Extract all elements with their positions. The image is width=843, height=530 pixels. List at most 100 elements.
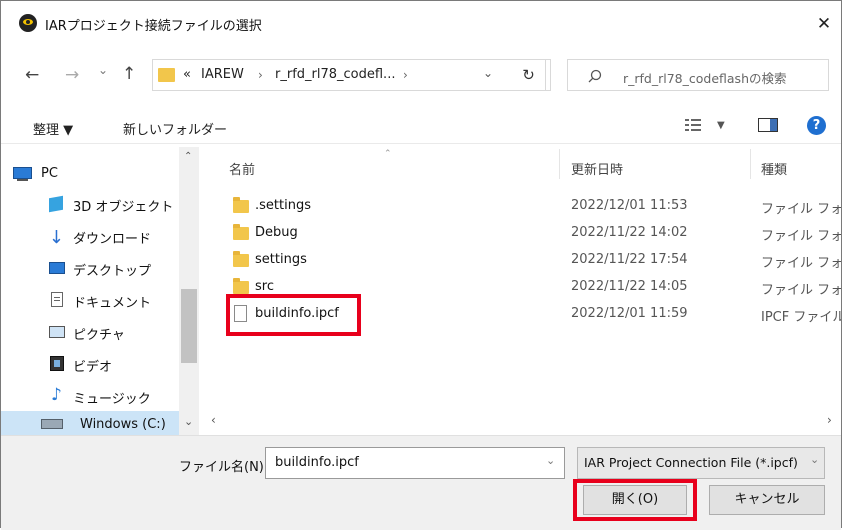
file-type-filter[interactable]: IAR Project Connection File (*.ipcf) ⌄	[577, 447, 825, 479]
breadcrumb-item[interactable]: r_rfd_rl78_codefl...	[275, 67, 395, 82]
sort-indicator-icon: ⌃	[384, 149, 392, 159]
file-type: ファイル フォルダー	[761, 256, 841, 271]
file-type: ファイル フォルダー	[761, 229, 841, 244]
sidebar-item-label: デスクトップ	[73, 264, 152, 279]
folder-icon	[233, 197, 249, 213]
file-name: .settings	[255, 198, 311, 213]
command-bar: 整理 ▼ 新しいフォルダー ▼ ?	[1, 103, 841, 144]
breadcrumb-overflow[interactable]: «	[183, 67, 191, 82]
file-type: ファイル フォルダー	[761, 202, 841, 217]
file-name: settings	[255, 252, 307, 267]
scroll-left-icon[interactable]: ‹	[211, 413, 216, 427]
file-date: 2022/11/22 14:05	[571, 279, 688, 294]
search-input[interactable]: r_rfd_rl78_codeflashの検索	[567, 59, 829, 91]
window-title: IARプロジェクト接続ファイルの選択	[45, 19, 262, 34]
sidebar-item-label: Windows (C:)	[80, 417, 166, 432]
highlight-box	[573, 479, 697, 521]
refresh-icon[interactable]: ↻	[507, 59, 551, 91]
file-type-filter-value: IAR Project Connection File (*.ipcf)	[584, 455, 798, 470]
chevron-right-icon[interactable]: ›	[258, 68, 263, 82]
help-icon[interactable]: ?	[807, 116, 826, 135]
highlight-box	[226, 294, 361, 336]
file-type: ファイル フォルダー	[761, 283, 841, 298]
scroll-down-icon[interactable]: ⌄	[184, 415, 193, 428]
scroll-right-icon[interactable]: ›	[827, 413, 832, 427]
sidebar-item-windows-c[interactable]: Windows (C:)	[1, 411, 179, 437]
file-date: 2022/12/01 11:59	[571, 306, 688, 321]
table-row[interactable]: .settings 2022/12/01 11:53 ファイル フォルダー	[209, 193, 841, 219]
folder-icon	[158, 68, 175, 82]
file-date: 2022/11/22 14:02	[571, 225, 688, 240]
sidebar-item-videos[interactable]: ビデオ	[1, 353, 179, 375]
search-placeholder: r_rfd_rl78_codeflashの検索	[623, 71, 787, 86]
sidebar-item-music[interactable]: ♪ ミュージック	[1, 385, 179, 407]
file-open-dialog: IARプロジェクト接続ファイルの選択 ✕ ← → ⌄ ↑ « IAREW › r…	[0, 0, 842, 530]
sidebar-item-3d-objects[interactable]: 3D オブジェクト	[1, 193, 179, 215]
back-icon[interactable]: ←	[25, 65, 39, 85]
sidebar-scroll-thumb[interactable]	[181, 289, 197, 363]
table-row[interactable]: settings 2022/11/22 17:54 ファイル フォルダー	[209, 247, 841, 273]
forward-icon[interactable]: →	[65, 65, 79, 85]
column-header-name[interactable]: 名前	[229, 159, 255, 178]
address-dropdown-icon[interactable]: ⌄	[483, 66, 493, 80]
app-icon	[19, 14, 37, 32]
sidebar-item-desktop[interactable]: デスクトップ	[1, 257, 179, 279]
file-date: 2022/12/01 11:53	[571, 198, 688, 213]
view-dropdown-icon[interactable]: ▼	[717, 120, 725, 131]
horizontal-scrollbar[interactable]	[199, 411, 841, 431]
navigation-pane: PC 3D オブジェクト ↑ ダウンロード デスクトップ ドキュメント ピクチャ	[1, 145, 199, 437]
music-icon: ♪	[51, 385, 62, 405]
column-header-date[interactable]: 更新日時	[571, 159, 623, 178]
up-icon[interactable]: ↑	[122, 64, 136, 84]
filename-label: ファイル名(N):	[179, 460, 269, 475]
pc-icon-stand	[17, 179, 28, 181]
folder-icon	[233, 251, 249, 267]
drive-icon	[41, 419, 63, 429]
sidebar-item-pictures[interactable]: ピクチャ	[1, 321, 179, 343]
desktop-icon	[49, 262, 65, 274]
column-divider[interactable]	[559, 149, 560, 179]
file-date: 2022/11/22 17:54	[571, 252, 688, 267]
cancel-button[interactable]: キャンセル	[709, 485, 825, 515]
sidebar-item-downloads[interactable]: ↑ ダウンロード	[1, 225, 179, 247]
sidebar-item-label: ピクチャ	[73, 328, 125, 343]
new-folder-button[interactable]: 新しいフォルダー	[123, 119, 227, 138]
file-name: src	[255, 279, 274, 294]
column-divider[interactable]	[750, 149, 751, 179]
video-icon	[50, 356, 64, 371]
column-header-type[interactable]: 種類	[761, 159, 787, 178]
filter-dropdown-icon[interactable]: ⌄	[808, 453, 820, 466]
breadcrumb-item[interactable]: IAREW	[201, 67, 244, 82]
pictures-icon	[49, 326, 65, 338]
sidebar-item-documents[interactable]: ドキュメント	[1, 289, 179, 311]
preview-pane-icon[interactable]	[758, 118, 778, 132]
sidebar-item-label: PC	[41, 166, 58, 181]
filename-dropdown-icon[interactable]: ⌄	[546, 454, 555, 467]
pc-icon	[13, 167, 32, 179]
scroll-up-icon[interactable]: ⌃	[184, 151, 192, 162]
sidebar-item-label: 3D オブジェクト	[73, 200, 174, 215]
search-icon	[588, 69, 602, 83]
file-name: Debug	[255, 225, 298, 240]
table-row[interactable]: Debug 2022/11/22 14:02 ファイル フォルダー	[209, 220, 841, 246]
filename-input[interactable]: buildinfo.ipcf ⌄	[265, 447, 565, 479]
chevron-right-icon[interactable]: ›	[403, 68, 408, 82]
3d-objects-icon	[49, 195, 63, 213]
sidebar-item-label: ミュージック	[73, 392, 151, 407]
close-icon[interactable]: ✕	[813, 13, 835, 35]
address-bar[interactable]: « IAREW › r_rfd_rl78_codefl... › ⌄	[152, 59, 546, 91]
sidebar-item-label: ビデオ	[73, 360, 113, 375]
sidebar-item-label: ドキュメント	[73, 296, 152, 311]
sidebar-item-pc[interactable]: PC	[1, 163, 179, 185]
folder-icon	[233, 224, 249, 240]
title-bar: IARプロジェクト接続ファイルの選択 ✕	[1, 1, 841, 45]
file-type: IPCF ファイル	[761, 310, 841, 325]
filename-value: buildinfo.ipcf	[275, 455, 359, 470]
folder-icon	[233, 278, 249, 294]
organize-button[interactable]: 整理 ▼	[33, 119, 73, 138]
download-icon: ↑	[49, 225, 65, 246]
document-icon	[51, 292, 63, 307]
view-options-icon[interactable]	[685, 119, 701, 131]
recent-locations-icon[interactable]: ⌄	[98, 63, 108, 77]
sidebar-item-label: ダウンロード	[73, 232, 152, 247]
